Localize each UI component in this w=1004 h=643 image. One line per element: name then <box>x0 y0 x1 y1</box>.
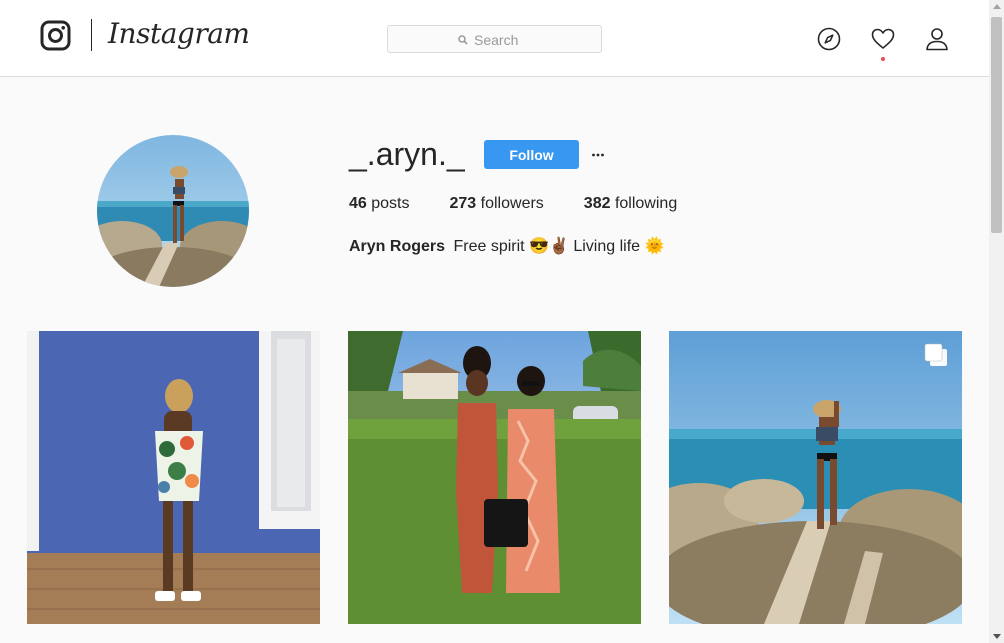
instagram-camera-icon[interactable] <box>40 20 71 51</box>
top-nav: Instagram <box>0 0 989 77</box>
avatar-photo <box>97 135 249 287</box>
scroll-thumb[interactable] <box>991 17 1002 233</box>
post-thumbnail[interactable] <box>669 331 962 624</box>
following-label: following <box>614 195 678 212</box>
compass-icon[interactable] <box>817 27 841 51</box>
profile-stats: 46 posts 273 followers 382 following <box>349 195 717 213</box>
search-input[interactable] <box>474 32 594 48</box>
scroll-down-icon[interactable] <box>993 634 1001 639</box>
profile-bio: Aryn Rogers Free spirit 😎✌🏾 Living life … <box>349 236 664 256</box>
following-stat[interactable]: 382 following <box>584 195 677 213</box>
bio-text: Free spirit 😎✌🏾 Living life 🌞 <box>453 238 665 255</box>
scrollbar[interactable] <box>989 0 1004 643</box>
multiple-photos-icon <box>924 343 947 366</box>
posts-label: posts <box>371 195 410 212</box>
posts-stat: 46 posts <box>349 195 410 213</box>
profile-avatar[interactable] <box>97 135 249 287</box>
user-icon[interactable] <box>925 27 949 51</box>
followers-label: followers <box>480 195 544 212</box>
following-count: 382 <box>583 195 611 212</box>
posts-count: 46 <box>349 195 367 212</box>
post-thumbnail[interactable] <box>27 331 320 624</box>
instagram-wordmark[interactable]: Instagram <box>108 17 250 50</box>
followers-count: 273 <box>449 195 477 212</box>
profile-username: _.aryn._ <box>349 136 465 172</box>
search-box[interactable] <box>387 25 602 53</box>
post-photo <box>669 331 962 624</box>
scroll-up-icon[interactable] <box>993 4 1001 9</box>
post-photo <box>348 331 641 624</box>
viewport: Instagram Search _.aryn._ Follow 46 post… <box>0 0 989 643</box>
ellipsis-icon[interactable] <box>590 143 606 163</box>
follow-button[interactable]: Follow <box>484 140 579 169</box>
post-thumbnail[interactable] <box>348 331 641 624</box>
heart-icon[interactable] <box>871 27 895 51</box>
notification-dot <box>881 57 885 61</box>
profile-full-name: Aryn Rogers <box>349 238 446 255</box>
search-icon <box>458 35 468 45</box>
followers-stat[interactable]: 273 followers <box>450 195 544 213</box>
logo-divider <box>91 19 92 51</box>
post-photo <box>27 331 320 624</box>
